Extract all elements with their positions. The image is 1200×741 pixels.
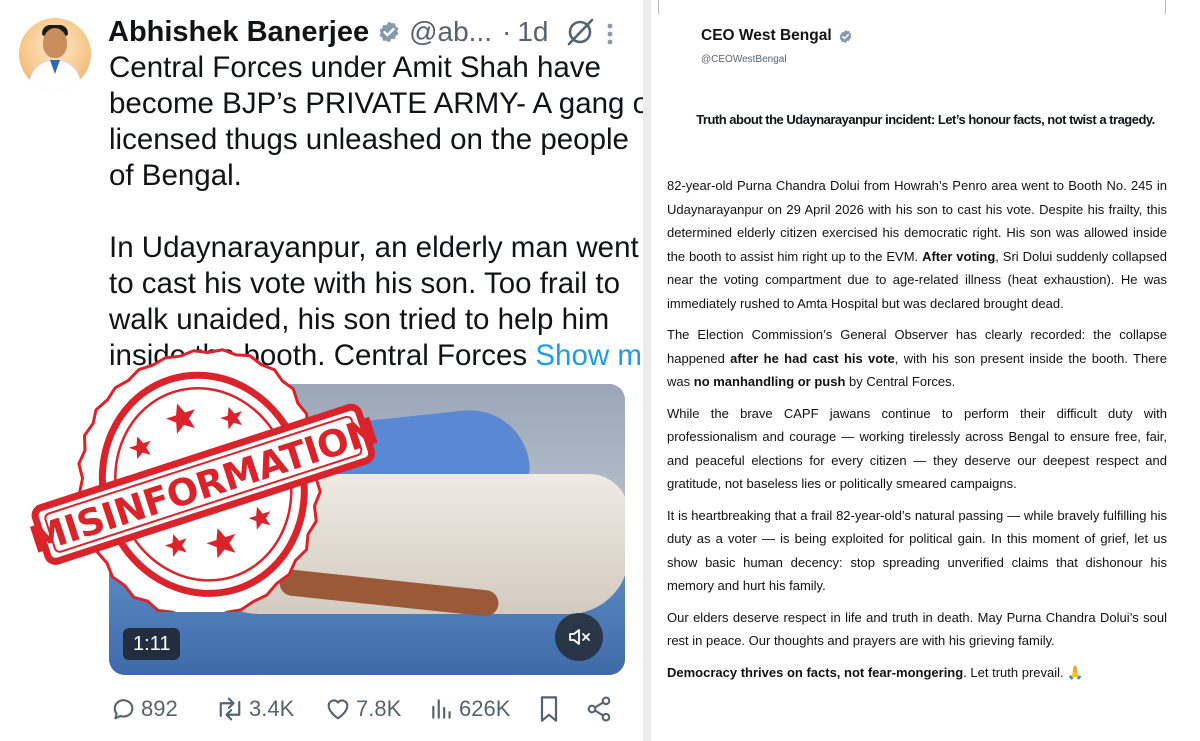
more-options-icon[interactable]: [603, 22, 617, 46]
post-line: of Bengal.: [109, 159, 242, 192]
separator-dot: ·: [502, 16, 512, 47]
official-statement: CEO West Bengal @CEOWestBengal Truth abo…: [651, 0, 1200, 741]
repost-count: 3.4K: [249, 696, 295, 721]
post-line: walk unaided, his son tried to help him: [109, 303, 610, 336]
statement-paragraph: 82-year-old Purna Chandra Dolui from How…: [667, 178, 1167, 311]
video-duration: 1:11: [123, 628, 181, 660]
post-line: become BJP’s PRIVATE ARMY- A gang of: [109, 87, 643, 120]
post-line: inside the booth. Central Forces: [109, 339, 528, 372]
verified-badge-icon: [379, 21, 399, 43]
share-button[interactable]: [585, 692, 617, 726]
post-line-last: inside the booth. Central Forces Show mo…: [109, 338, 643, 374]
statement-paragraph: It is heartbreaking that a frail 82-year…: [667, 507, 1167, 594]
views-count: 626K: [459, 696, 511, 721]
post-line: Central Forces under Amit Shah have: [109, 51, 601, 84]
repost-icon: [219, 697, 241, 721]
grok-icon[interactable]: [565, 17, 595, 47]
heart-icon: [327, 699, 349, 720]
statement-paragraph: While the brave CAPF jawans continue to …: [667, 405, 1167, 492]
post-line: licensed thugs unleashed on the people: [109, 123, 629, 156]
reply-count: 892: [141, 696, 178, 721]
statement-paragraph: Democracy thrives on facts, not fear-mon…: [667, 664, 1084, 680]
statement-body: 82-year-old Purna Chandra Dolui from How…: [667, 174, 1167, 692]
bookmark-button[interactable]: [537, 692, 565, 726]
crop-mark: [1165, 0, 1166, 14]
repost-button[interactable]: 3.4K: [215, 692, 294, 726]
post-line: In Udaynarayanpur, an elderly man went: [109, 231, 639, 264]
post-text: Central Forces under Amit Shah have beco…: [109, 50, 643, 374]
post-header: Abhishek Banerjee @ab... · 1d: [108, 12, 595, 52]
speaker-muted-icon: [569, 629, 590, 645]
post-timestamp[interactable]: 1d: [517, 16, 548, 48]
video-player[interactable]: 1:11: [109, 384, 625, 675]
like-count: 7.8K: [356, 696, 402, 721]
like-button[interactable]: 7.8K: [324, 692, 401, 726]
reply-button[interactable]: 892: [109, 692, 178, 726]
panel-divider: [643, 0, 651, 741]
avatar[interactable]: [19, 18, 91, 90]
statement-heading: Truth about the Udaynarayanpur incident:…: [696, 112, 1155, 127]
statement-paragraph: The Election Commission’s General Observ…: [667, 327, 1167, 389]
statement-header: CEO West Bengal: [701, 27, 853, 45]
reply-icon: [113, 699, 134, 720]
verified-badge-icon: [839, 29, 852, 43]
views-button[interactable]: 626K: [429, 692, 510, 726]
statement-paragraph: Our elders deserve respect in life and t…: [667, 609, 1167, 649]
views-chart-icon: [432, 699, 451, 719]
statement-author-handle: @CEOWestBengal: [701, 54, 787, 65]
crop-mark: [658, 0, 659, 14]
bookmark-icon: [540, 696, 558, 722]
post-line: to cast his vote with his son. Too frail…: [109, 267, 621, 300]
social-post: Abhishek Banerjee @ab... · 1d Central Fo…: [0, 0, 643, 741]
statement-author-name: CEO West Bengal: [701, 27, 832, 44]
show-more-link[interactable]: Show more: [535, 339, 643, 372]
mute-button[interactable]: [555, 613, 603, 661]
post-actions: 892 3.4K 7.8K 626K: [109, 692, 629, 726]
author-name[interactable]: Abhishek Banerjee: [108, 16, 369, 49]
author-handle[interactable]: @ab...: [409, 16, 492, 48]
share-icon: [587, 696, 611, 722]
